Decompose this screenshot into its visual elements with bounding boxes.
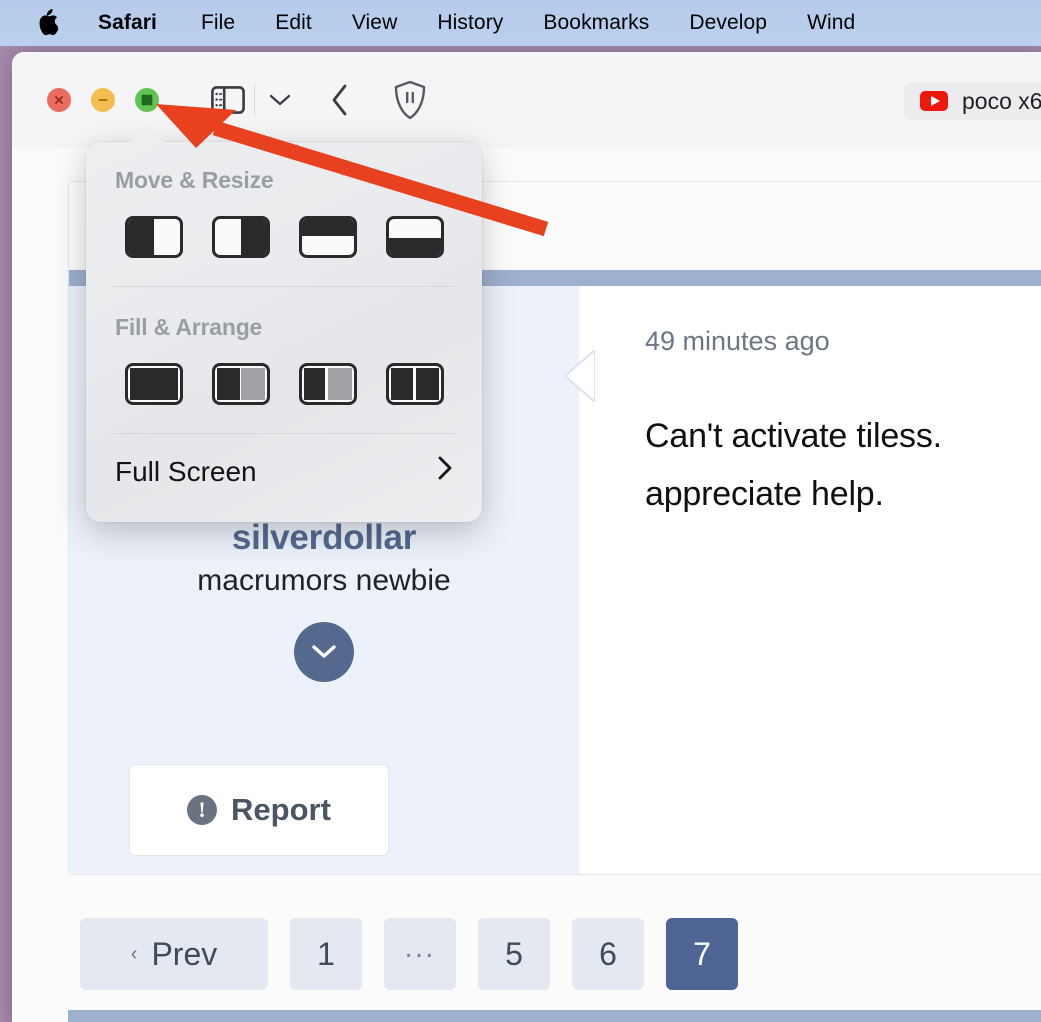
window-tiling-menu: Move & Resize Fill & Arrange Full Screen xyxy=(86,142,482,522)
tile-arrange-three-icon[interactable] xyxy=(284,363,371,405)
safari-toolbar: poco x6 xyxy=(12,52,1041,148)
pagination-page-7-current[interactable]: 7 xyxy=(666,918,738,990)
exclamation-circle-icon: ! xyxy=(187,795,218,825)
chevron-down-circle-icon[interactable] xyxy=(294,622,354,682)
bottom-divider-bar xyxy=(68,1010,1041,1022)
popover-divider-1 xyxy=(113,286,455,287)
report-button-label: Report xyxy=(231,792,331,827)
pagination-prev-button[interactable]: ‹ Prev xyxy=(80,918,268,990)
back-chevron-icon[interactable] xyxy=(323,83,357,117)
window-traffic-lights xyxy=(47,88,159,112)
menu-item-edit[interactable]: Edit xyxy=(255,11,332,35)
post-message-text: Can't activate tiless. appreciate help. xyxy=(645,417,942,514)
pagination: ‹ Prev 1 ... 5 6 7 xyxy=(80,918,738,990)
menu-item-develop[interactable]: Develop xyxy=(669,11,787,35)
chevron-right-icon xyxy=(437,455,453,488)
tile-fill-icon[interactable] xyxy=(110,363,197,405)
pagination-page-label: 1 xyxy=(317,935,335,972)
menu-item-bookmarks[interactable]: Bookmarks xyxy=(523,11,669,35)
pagination-page-label: 7 xyxy=(693,935,711,972)
macos-menu-bar: Safari File Edit View History Bookmarks … xyxy=(0,0,1041,46)
sidebar-toggle-icon[interactable] xyxy=(208,83,248,117)
popover-divider-2 xyxy=(113,433,455,434)
author-username[interactable]: silverdollar xyxy=(232,518,417,558)
pagination-page-label: ... xyxy=(404,931,436,964)
full-screen-label: Full Screen xyxy=(115,455,257,487)
fill-arrange-options xyxy=(86,363,482,405)
pagination-page-label: 6 xyxy=(599,935,617,972)
pagination-ellipsis[interactable]: ... xyxy=(384,918,456,990)
apple-logo-icon[interactable] xyxy=(38,9,60,37)
move-resize-options xyxy=(86,216,482,258)
screen-root: poco x6 silverdollar macrumors newbie 49… xyxy=(0,0,1041,1022)
chevron-down-icon[interactable] xyxy=(265,85,295,115)
tile-arrange-quad-icon[interactable] xyxy=(371,363,458,405)
full-screen-menu-item[interactable]: Full Screen xyxy=(86,455,482,488)
browser-tab-title: poco x6 xyxy=(962,87,1041,114)
pagination-page-1[interactable]: 1 xyxy=(290,918,362,990)
move-resize-section-title: Move & Resize xyxy=(115,167,274,193)
close-window-button[interactable] xyxy=(47,88,71,112)
browser-tab[interactable]: poco x6 xyxy=(904,82,1041,120)
post-message-column: 49 minutes ago Can't activate tiless. ap… xyxy=(563,286,1041,874)
privacy-shield-icon[interactable] xyxy=(391,80,429,120)
pagination-prev-caret: ‹ xyxy=(130,942,138,965)
maximize-window-button[interactable] xyxy=(135,88,159,112)
tile-top-half-icon[interactable] xyxy=(284,216,371,258)
pagination-page-5[interactable]: 5 xyxy=(478,918,550,990)
toolbar-divider xyxy=(254,85,255,115)
menu-item-history[interactable]: History xyxy=(417,11,523,35)
post-timestamp: 49 minutes ago xyxy=(645,326,830,356)
menu-item-file[interactable]: File xyxy=(181,11,255,35)
pagination-page-label: 5 xyxy=(505,935,523,972)
tile-right-half-icon[interactable] xyxy=(197,216,284,258)
menu-item-window[interactable]: Wind xyxy=(787,11,875,35)
fill-arrange-section-title: Fill & Arrange xyxy=(115,314,263,340)
minimize-window-button[interactable] xyxy=(91,88,115,112)
menu-item-view[interactable]: View xyxy=(332,11,418,35)
tile-bottom-half-icon[interactable] xyxy=(371,216,458,258)
tile-arrange-left-right-icon[interactable] xyxy=(197,363,284,405)
youtube-icon xyxy=(920,91,948,111)
pagination-prev-label: Prev xyxy=(151,935,218,972)
author-user-title: macrumors newbie xyxy=(197,564,451,597)
tile-left-half-icon[interactable] xyxy=(110,216,197,258)
report-button[interactable]: ! Report xyxy=(129,764,389,856)
post-speech-caret xyxy=(563,350,595,402)
menu-item-safari[interactable]: Safari xyxy=(98,11,181,35)
pagination-page-6[interactable]: 6 xyxy=(572,918,644,990)
